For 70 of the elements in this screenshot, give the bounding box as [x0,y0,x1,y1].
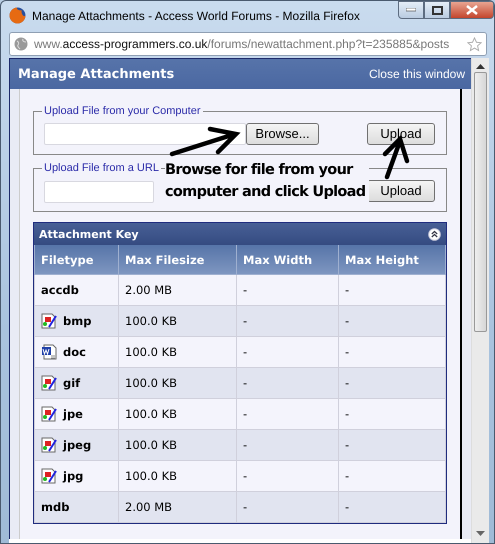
upload-button[interactable]: Upload [367,122,435,144]
maximize-button[interactable] [424,1,450,19]
table-cell: - [236,492,338,522]
column-header: Max Width [236,245,338,274]
column-header: Max Height [338,245,446,274]
table-cell: - [338,398,446,430]
attachment-key-title: Attachment Key [39,228,139,240]
table-cell: 100.0 KB [118,368,236,398]
table-cell: 2.00 MB [118,274,236,306]
scrollbar[interactable] [471,58,489,543]
table-cell: - [236,306,338,336]
minimize-button[interactable] [398,1,424,19]
filetype-text: accdb [41,283,79,297]
table-cell: - [236,398,338,430]
table-cell: - [338,368,446,398]
table-cell: - [236,430,338,460]
file-path-field[interactable] [44,122,246,144]
browser-logo-icon [9,7,26,24]
image-file-icon [41,313,57,329]
filetype-text: jpg [63,469,84,483]
scroll-down-icon[interactable] [476,531,485,537]
table-cell: - [236,368,338,398]
filetype-text: doc [63,345,86,359]
filetype-text: gif [63,376,80,390]
browse-button[interactable]: Browse... [246,122,319,144]
table-cell: 100.0 KB [118,460,236,492]
word-document-icon [41,344,57,360]
column-header: Filetype [34,245,118,274]
fieldset-legend: Upload File from your Computer [42,105,203,117]
dialog-title: Manage Attachments [18,66,174,82]
window-title: Manage Attachments - Access World Forums - Mozilla Firefox [32,8,361,22]
filetype-text: mdb [41,500,70,514]
table-cell: - [338,492,446,522]
table-cell: - [236,274,338,306]
filetype-text: jpe [63,407,83,421]
table-cell: - [338,430,446,460]
close-button[interactable] [450,1,494,19]
filetype-text: jpeg [63,438,92,452]
table-cell: - [338,460,446,492]
table-cell: - [236,336,338,368]
url-text: www.access-programmers.co.uk/forums/newattachment.php?t=235885&posts [34,37,450,51]
url-field[interactable] [44,180,154,202]
table-cell: - [338,274,446,306]
collapse-icon[interactable] [428,228,441,240]
column-header: Max Filesize [118,245,236,274]
table-cell: 100.0 KB [118,336,236,368]
table-cell: 100.0 KB [118,430,236,460]
table-cell: 2.00 MB [118,492,236,522]
table-cell: 100.0 KB [118,398,236,430]
close-icon [466,5,478,15]
globe-icon [14,37,28,51]
star-icon[interactable] [467,36,482,52]
image-file-icon [41,406,57,422]
maximize-icon [432,6,442,14]
scroll-up-icon[interactable] [476,64,485,70]
minimize-icon [406,8,416,12]
image-file-icon [41,468,57,484]
table-cell: - [338,336,446,368]
fieldset-legend: Upload File from a URL [42,162,161,174]
table-cell: 100.0 KB [118,306,236,336]
filetype-text: bmp [63,314,92,328]
address-field[interactable]: www.access-programmers.co.uk/forums/newattachment.php?t=235885&posts [9,32,487,56]
upload-button[interactable]: Upload [367,180,435,202]
scrollbar-thumb[interactable] [474,72,487,332]
annotation-arrow [170,126,241,156]
close-window-link[interactable]: Close this window [368,67,465,81]
table-cell: - [236,460,338,492]
image-file-icon [41,375,57,391]
table-cell: - [338,306,446,336]
image-file-icon [41,437,57,453]
